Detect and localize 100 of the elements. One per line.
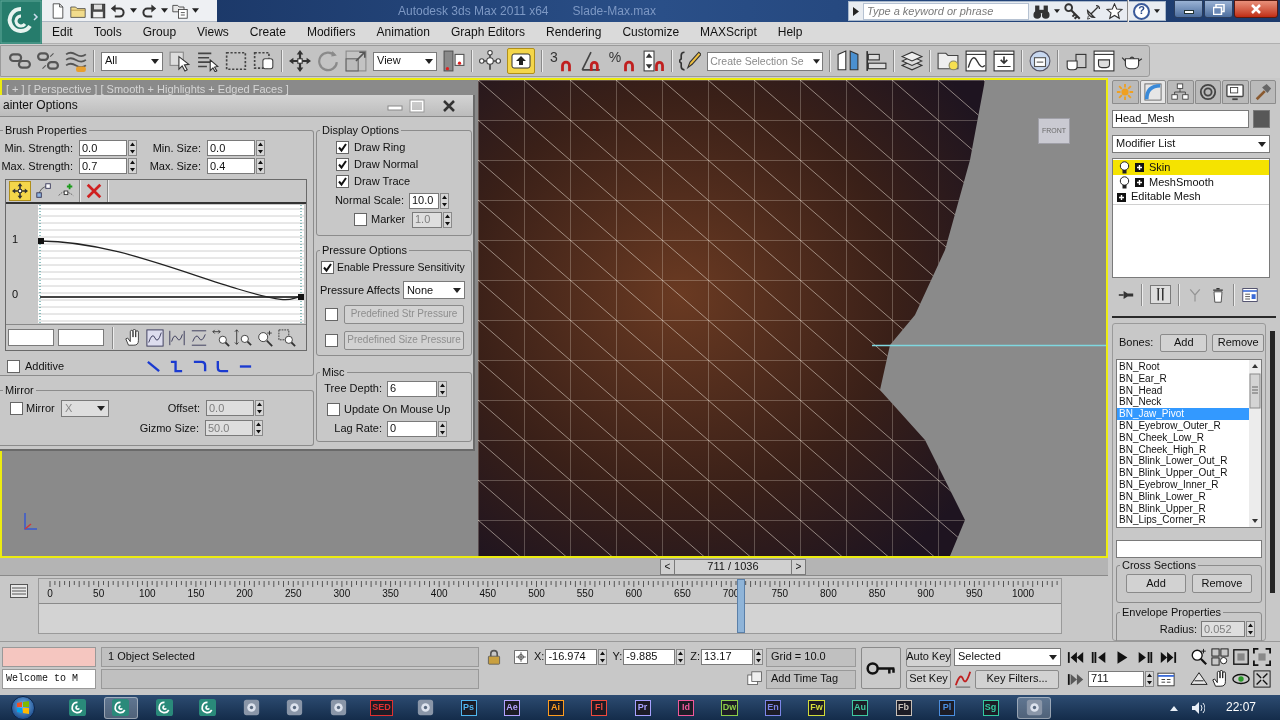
menu-item[interactable]: Views <box>197 25 229 40</box>
spinner-magnet-icon[interactable] <box>643 50 666 72</box>
toggle-button[interactable] <box>507 48 535 74</box>
align-icon[interactable] <box>865 50 888 72</box>
app-tile[interactable]: Ae <box>504 699 520 716</box>
spinner-arrows-icon[interactable] <box>438 380 447 397</box>
time-slider-thumb[interactable]: < 711 / 1036 > <box>659 559 806 575</box>
list-item[interactable]: BN_Blink_Upper_R <box>1117 502 1249 515</box>
selection-set-combo[interactable]: Create Selection Se <box>707 51 824 71</box>
spinner-arrows-icon[interactable] <box>256 140 265 157</box>
bin-icon[interactable] <box>1210 286 1226 303</box>
app-icon[interactable] <box>286 699 303 716</box>
zoom-extents-icon[interactable] <box>1232 648 1250 666</box>
list-item[interactable]: BN_Blink_Lower_Out_R <box>1117 455 1249 468</box>
spinner-field[interactable]: -9.885 <box>623 649 676 665</box>
taskbar-button[interactable] <box>1017 696 1051 719</box>
scale-icon[interactable] <box>345 50 367 72</box>
time-tag-button[interactable]: Add Time Tag <box>766 669 856 689</box>
zoom-horizontal-icon[interactable] <box>212 328 230 347</box>
manipulator-icon[interactable] <box>479 50 501 72</box>
app-tile[interactable]: Fw <box>808 699 825 716</box>
u-curve-icon[interactable] <box>215 358 231 374</box>
list-item[interactable]: BN_Blink_Upper_Out_R <box>1117 467 1249 479</box>
key-mode-toggle-icon[interactable] <box>1067 671 1085 687</box>
dashed-rectangle-icon[interactable] <box>225 50 247 72</box>
spinner-arrows-icon[interactable] <box>1246 621 1255 638</box>
spinner-field[interactable]: 10.0 <box>409 192 439 209</box>
set-key-button[interactable]: Set Key <box>906 669 951 689</box>
app-tile[interactable]: Ps <box>460 699 477 716</box>
close-icon[interactable] <box>441 98 457 113</box>
pivot-center-icon[interactable] <box>443 50 465 72</box>
redo-icon[interactable] <box>141 2 157 19</box>
add-button[interactable]: Add <box>1160 334 1208 352</box>
dashed-square-icon[interactable] <box>253 50 275 72</box>
toggle-button[interactable] <box>1150 285 1171 304</box>
playhead[interactable] <box>737 579 746 633</box>
spinner-field[interactable]: 6 <box>387 380 437 397</box>
scale-point-icon[interactable] <box>35 182 53 201</box>
plus-box-icon[interactable] <box>1117 192 1126 202</box>
app-tile[interactable]: Ai <box>547 699 564 716</box>
caret-icon[interactable] <box>192 8 199 13</box>
speaker-icon[interactable] <box>1190 700 1205 715</box>
script-input-field[interactable] <box>2 647 96 667</box>
app-icon[interactable] <box>416 699 434 716</box>
horizontal-extents-icon[interactable] <box>168 328 186 347</box>
list-item[interactable]: BN_Root <box>1117 361 1249 373</box>
wave-icon[interactable] <box>65 50 87 72</box>
new-file-icon[interactable] <box>50 2 66 19</box>
spinner-arrows-icon[interactable] <box>255 400 264 417</box>
folder-bulb-icon[interactable] <box>937 50 960 72</box>
stack-item[interactable]: Skin <box>1113 160 1269 175</box>
window-list-icon[interactable] <box>1242 286 1258 303</box>
bulb-icon[interactable] <box>1119 176 1130 189</box>
key-filter-icon[interactable] <box>954 670 972 688</box>
checkbox[interactable] <box>336 158 349 172</box>
app-tile[interactable]: Fb <box>895 699 912 716</box>
checkbox[interactable] <box>336 141 349 155</box>
remove-button[interactable]: Remove <box>1192 574 1252 594</box>
app-logo-icon[interactable] <box>68 699 86 716</box>
spinner-arrows-icon[interactable] <box>440 192 449 209</box>
spinner-field[interactable]: 0 <box>387 420 437 437</box>
go-to-end-icon[interactable] <box>1159 649 1177 665</box>
app-tile[interactable]: Pr <box>634 699 651 716</box>
curve-point[interactable] <box>38 238 44 245</box>
toggle-button[interactable] <box>9 181 31 202</box>
hand-icon[interactable] <box>124 328 142 347</box>
up-arrow-icon[interactable] <box>1169 704 1178 711</box>
spinner-arrows-icon[interactable] <box>128 158 137 175</box>
key-mode-button[interactable] <box>861 647 901 689</box>
panel-tab[interactable] <box>1167 80 1194 104</box>
broken-chain-icon[interactable] <box>37 50 59 72</box>
panel-tab[interactable] <box>1222 80 1249 104</box>
arrow-cursor-icon[interactable] <box>169 50 191 72</box>
app-icon[interactable] <box>329 699 347 716</box>
menu-item[interactable]: Graph Editors <box>450 25 525 40</box>
pan-hand-icon[interactable] <box>1211 670 1229 688</box>
maximize-viewport-icon[interactable] <box>1253 670 1271 688</box>
spinner-field[interactable]: 13.17 <box>701 649 753 665</box>
list-item[interactable]: BN_Neck <box>1117 396 1249 409</box>
go-to-start-icon[interactable] <box>1067 649 1085 665</box>
app-tile[interactable]: Fl <box>591 699 607 716</box>
checkbox[interactable] <box>7 359 20 373</box>
stack-item[interactable]: MeshSmooth <box>1113 175 1269 190</box>
time-slider-track[interactable]: < 711 / 1036 > <box>0 558 1108 576</box>
spinner-arrows-icon[interactable] <box>676 649 686 665</box>
scroll-bar[interactable] <box>1249 360 1261 527</box>
list-item[interactable]: BN_Eyebrow_Outer_R <box>1117 420 1249 432</box>
menu-item[interactable]: MAXScript <box>700 25 757 40</box>
caret-icon[interactable] <box>1154 9 1160 13</box>
menu-item[interactable]: Tools <box>93 25 122 40</box>
key-icon[interactable] <box>1064 2 1081 20</box>
sphere-grid-icon[interactable] <box>1029 50 1052 72</box>
stack-item[interactable]: Editable Mesh <box>1113 190 1269 205</box>
key-filters-button[interactable]: Key Filters... <box>975 669 1059 689</box>
next-frame-icon[interactable] <box>1136 649 1154 665</box>
list-item[interactable]: BN_Eyebrow_Inner_R <box>1117 478 1249 491</box>
clock[interactable]: 22:07 <box>1225 700 1256 715</box>
spinner-arrows-icon[interactable] <box>128 140 137 157</box>
spinner-field[interactable]: -16.974 <box>545 649 598 665</box>
list-item[interactable]: BN_Cheek_High_R <box>1117 443 1249 456</box>
